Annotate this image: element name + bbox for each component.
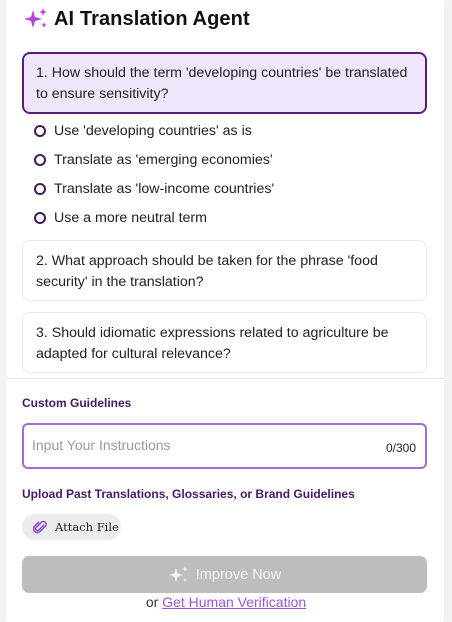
human-verification-link[interactable]: Get Human Verification xyxy=(162,594,306,610)
attach-file-button[interactable]: Attach File xyxy=(22,514,121,540)
upload-label: Upload Past Translations, Glossaries, or… xyxy=(22,487,355,501)
question-text: 2. What approach should be taken for the… xyxy=(36,253,378,290)
option-label: Use a more neutral term xyxy=(54,210,207,226)
question-card-1[interactable]: 1. How should the term 'developing count… xyxy=(22,52,427,114)
paperclip-icon xyxy=(33,520,47,533)
option-label: Translate as 'emerging economies' xyxy=(54,152,273,168)
question-card-3[interactable]: 3. Should idiomatic expressions related … xyxy=(22,312,427,373)
section-divider xyxy=(6,378,444,379)
radio-icon[interactable] xyxy=(34,212,46,224)
instructions-field[interactable]: 0/300 xyxy=(22,423,427,469)
sparkle-icon xyxy=(24,8,47,28)
improve-now-label: Improve Now xyxy=(195,566,282,583)
question-text: 1. How should the term 'developing count… xyxy=(36,65,408,102)
option-neutral-term[interactable]: Use a more neutral term xyxy=(34,208,207,228)
radio-icon[interactable] xyxy=(34,183,46,195)
option-use-as-is[interactable]: Use 'developing countries' as is xyxy=(34,121,252,141)
radio-icon[interactable] xyxy=(34,125,46,137)
custom-guidelines-label: Custom Guidelines xyxy=(22,396,132,410)
radio-icon[interactable] xyxy=(34,154,46,166)
sparkle-icon xyxy=(168,565,188,582)
character-counter: 0/300 xyxy=(385,441,416,455)
improve-now-button[interactable]: Improve Now xyxy=(22,556,427,593)
attach-file-label: Attach File xyxy=(55,520,119,534)
question-card-2[interactable]: 2. What approach should be taken for the… xyxy=(22,240,427,301)
header: AI Translation Agent xyxy=(22,6,250,32)
app-title: AI Translation Agent xyxy=(54,7,250,30)
instructions-input[interactable] xyxy=(32,435,372,455)
option-label: Translate as 'low-income countries' xyxy=(54,181,275,197)
verification-footer: or Get Human Verification xyxy=(0,594,452,610)
option-label: Use 'developing countries' as is xyxy=(54,123,252,139)
option-emerging-economies[interactable]: Translate as 'emerging economies' xyxy=(34,150,273,170)
question-text: 3. Should idiomatic expressions related … xyxy=(36,325,389,362)
or-text: or xyxy=(145,594,159,610)
option-low-income-countries[interactable]: Translate as 'low-income countries' xyxy=(34,179,274,199)
